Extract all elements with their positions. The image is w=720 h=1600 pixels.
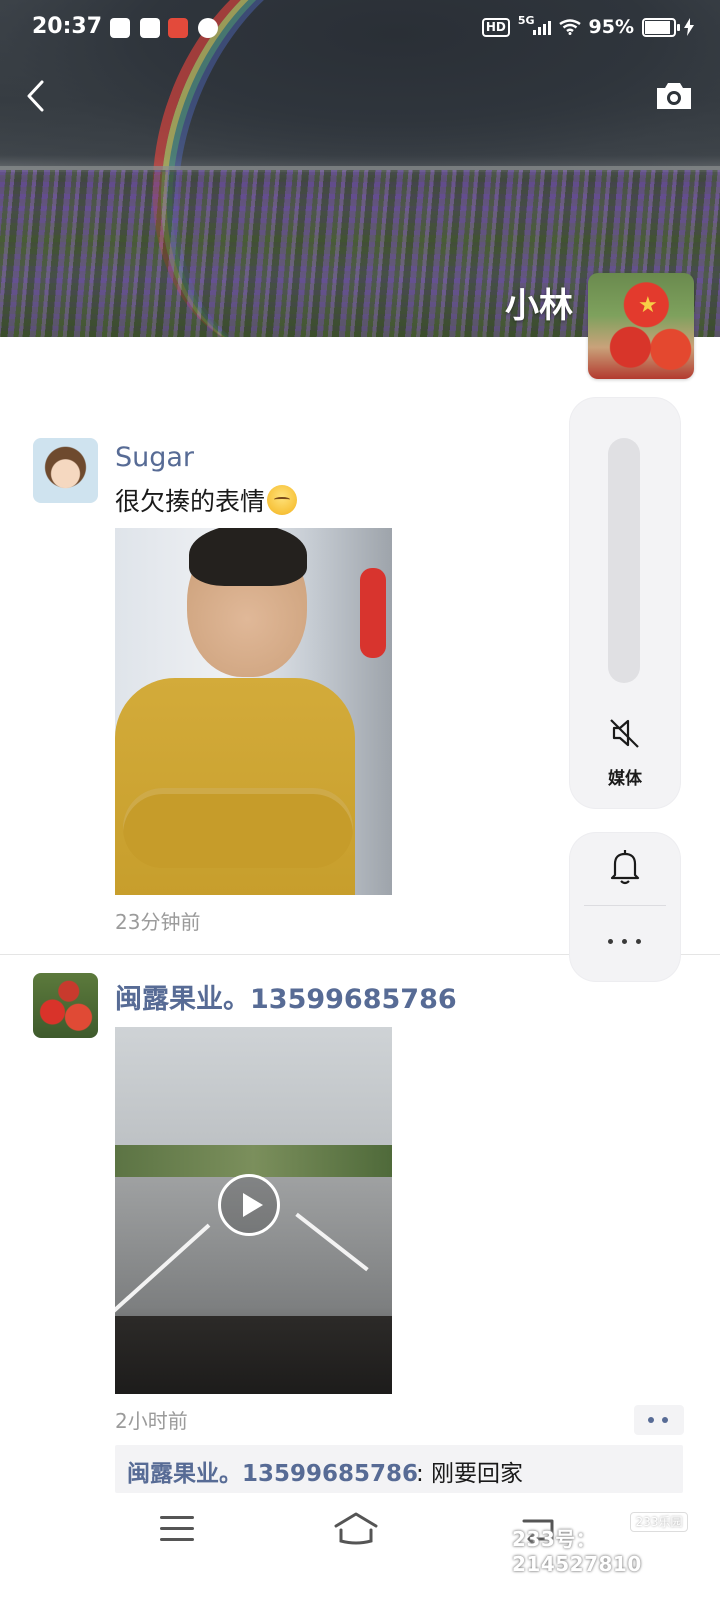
profile-username: 小林 (505, 286, 573, 326)
more-dots-icon[interactable] (608, 937, 644, 947)
comment-text: : 刚要回家 (416, 1461, 524, 1487)
post-author-avatar[interactable] (33, 973, 98, 1038)
bell-icon[interactable] (607, 847, 643, 887)
comment-section: 闽露果业。13599685786 : 刚要回家 (115, 1445, 683, 1493)
wifi-icon (558, 19, 581, 35)
post-time: 23分钟前 (115, 910, 201, 934)
dot (608, 939, 613, 944)
notification-app-icon-3 (198, 18, 218, 38)
post-author-name[interactable]: Sugar (115, 442, 194, 473)
star-decoration: ★ (638, 293, 658, 318)
watermark-text: 233号：214527810 (512, 1527, 642, 1576)
menu-icon[interactable] (160, 1516, 196, 1544)
battery-percent: 95% (588, 16, 634, 38)
charging-icon (684, 18, 694, 36)
comment-action-button[interactable] (634, 1405, 684, 1435)
video-dashboard (115, 1316, 392, 1394)
dot (662, 1417, 668, 1423)
panel-separator (584, 905, 666, 906)
volume-slider[interactable] (608, 438, 640, 683)
signal-icon (532, 19, 551, 35)
chevron-left-icon[interactable] (20, 78, 52, 114)
photo-crossed-arms (123, 788, 353, 868)
post-photo[interactable] (115, 528, 392, 895)
media-label: 媒体 (608, 769, 642, 789)
post-author-avatar[interactable] (33, 438, 98, 503)
camera-icon[interactable] (654, 80, 694, 112)
post-text: 很欠揍的表情 (115, 482, 298, 518)
post-author-name[interactable]: 闽露果业。13599685786 (115, 977, 457, 1016)
dot (648, 1417, 654, 1423)
post-text-body: 很欠揍的表情 (115, 487, 266, 516)
profile-avatar[interactable]: ★ (588, 273, 694, 379)
post-time: 2小时前 (115, 1409, 188, 1433)
dot (636, 939, 641, 944)
comment-author[interactable]: 闽露果业。13599685786 (127, 1454, 418, 1488)
sweat-smile-emoji-icon (267, 485, 298, 515)
status-time: 20:37 (32, 14, 103, 39)
battery-level (645, 20, 670, 34)
volume-panel: 媒体 (570, 398, 680, 808)
post-video[interactable] (115, 1027, 392, 1394)
notification-panel (570, 833, 680, 981)
speaker-mute-icon[interactable] (608, 716, 642, 750)
mail-icon (140, 18, 160, 38)
dot (622, 939, 627, 944)
home-icon[interactable] (332, 1510, 380, 1546)
hd-badge: HD (481, 17, 510, 37)
photo-lantern (360, 568, 386, 658)
photo-hair (189, 528, 307, 586)
network-label: 5G (517, 13, 535, 27)
notification-app-icon (110, 18, 130, 38)
play-icon[interactable] (218, 1174, 280, 1236)
battery-icon (642, 17, 680, 37)
notification-app-icon-2 (168, 18, 188, 38)
status-bar: 20:37 HD 5G 95% (0, 0, 720, 60)
